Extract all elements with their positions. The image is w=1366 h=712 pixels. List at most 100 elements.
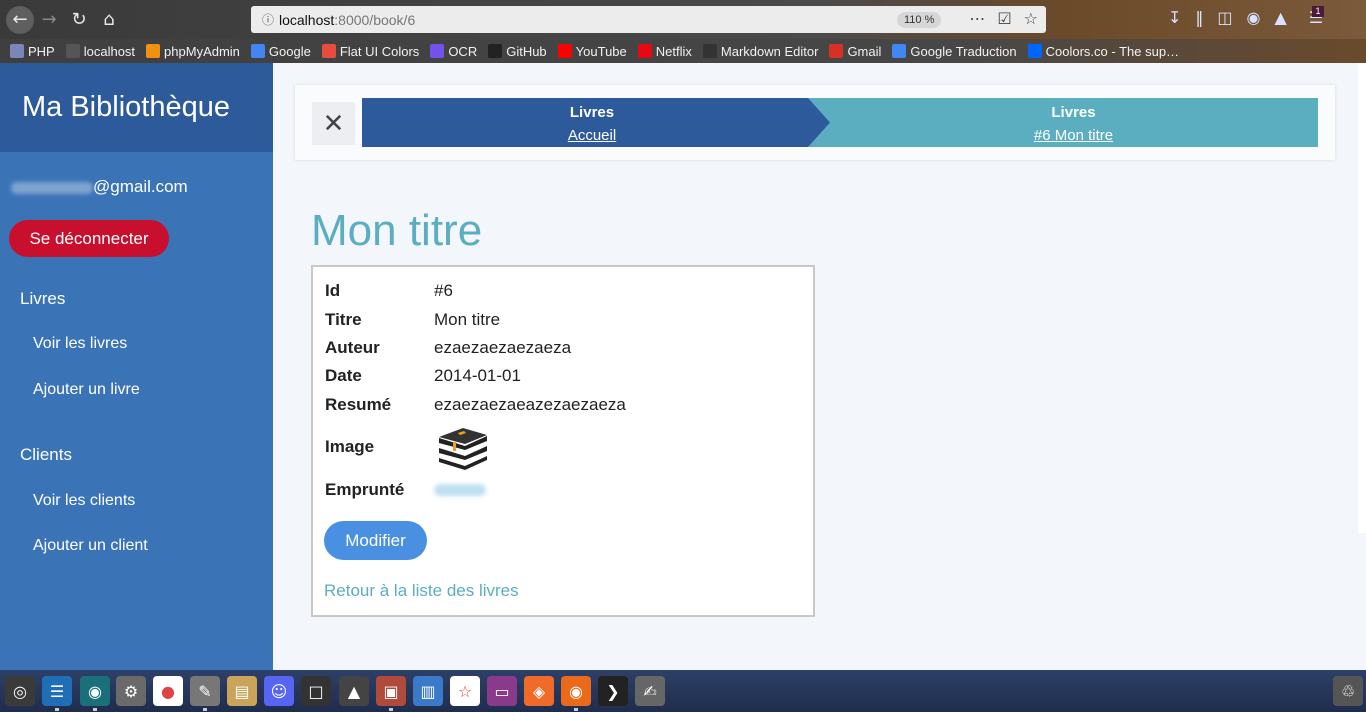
sidebar-section-clients[interactable]: Clients xyxy=(20,445,72,465)
breadcrumb-step-2: Livres #6 Mon titre xyxy=(840,104,1307,144)
archive-icon[interactable]: ▣ xyxy=(376,676,406,711)
pocket-icon[interactable]: ☑ xyxy=(997,9,1011,28)
window-icon[interactable]: ▭ xyxy=(487,676,517,706)
bookmark-label: Netflix xyxy=(655,43,692,59)
page-title: Mon titre xyxy=(311,206,483,255)
bookmark-label: OCR xyxy=(448,43,478,59)
field-value: Mon titre xyxy=(434,310,501,329)
bookmark-label: Flat UI Colors xyxy=(339,43,420,59)
bookmark-item[interactable]: YouTube xyxy=(557,43,627,59)
terminal-small-icon[interactable]: □ xyxy=(301,676,331,706)
discord-icon[interactable]: ☺ xyxy=(264,676,294,706)
sidebar: Ma Bibliothèque @gmail.com Se déconnecte… xyxy=(0,63,273,670)
notification-badge: 1 xyxy=(1312,6,1324,17)
back-to-list-link[interactable]: Retour à la liste des livres xyxy=(324,581,519,601)
sidebar-link-ajouter-livre[interactable]: Ajouter un livre xyxy=(33,381,140,399)
trash-icon[interactable]: ♲ xyxy=(1333,676,1363,706)
forward-arrow-icon[interactable]: → xyxy=(34,5,64,35)
markdown-icon xyxy=(702,44,717,58)
bookmark-item[interactable]: GitHub xyxy=(488,43,547,59)
breadcrumb-link-current[interactable]: #6 Mon titre xyxy=(840,127,1307,144)
back-arrow-icon[interactable]: ← xyxy=(6,5,34,34)
bookmark-item[interactable]: Netflix xyxy=(637,43,692,59)
chrome-icon[interactable]: ● xyxy=(153,676,183,706)
flatui-icon xyxy=(321,44,336,58)
editor-icon[interactable]: ✎ xyxy=(190,676,220,711)
bookmark-item[interactable]: Google Traduction xyxy=(892,43,1017,59)
unity-icon[interactable]: ▲ xyxy=(339,676,369,706)
ubuntu-icon[interactable]: ◎ xyxy=(5,676,35,706)
field-value: ezaezaezaeazezaezaeza xyxy=(434,395,626,414)
breadcrumb-link-accueil[interactable]: Accueil xyxy=(362,127,822,144)
zoom-level[interactable]: 110 % xyxy=(897,12,942,28)
document-icon[interactable]: ▥ xyxy=(413,676,443,706)
sidebar-section-livres[interactable]: Livres xyxy=(20,289,65,309)
field-id: Id #6 xyxy=(325,281,453,301)
netflix-icon xyxy=(637,44,652,58)
sidebar-header: Ma Bibliothèque xyxy=(0,63,273,152)
field-label: Id xyxy=(325,281,341,300)
bookmark-label: localhost xyxy=(83,43,136,59)
notification-extension-icon[interactable]: ▲ xyxy=(1275,8,1287,27)
info-icon[interactable]: ⓘ xyxy=(257,11,279,28)
settings-icon[interactable]: ⚙ xyxy=(116,676,146,706)
home-icon[interactable]: ⌂ xyxy=(94,5,124,35)
field-image: Image xyxy=(325,437,434,457)
book-details-card: Id #6 Titre Mon titre Auteur ezaezaezaez… xyxy=(311,265,815,617)
url-bar[interactable]: ⓘ localhost:8000/book/6 110 % ⋯ ☑ ☆ xyxy=(251,6,1046,33)
bookmarks-bar: PHP localhost phpMyAdmin Google Flat UI Colo… xyxy=(0,39,1366,63)
reload-icon[interactable]: ↻ xyxy=(64,5,94,35)
bookmark-label: GitHub xyxy=(506,43,547,59)
bookmark-item[interactable]: Coolors.co - The sup… xyxy=(1027,43,1180,59)
field-label: Emprunté xyxy=(325,480,405,499)
field-label: Resumé xyxy=(325,395,392,414)
url-host: localhost xyxy=(279,11,335,28)
bookmark-item[interactable]: OCR xyxy=(430,44,477,59)
library-icon[interactable]: ‖ xyxy=(1195,8,1203,27)
bookmark-item[interactable]: PHP xyxy=(10,44,55,59)
gmail-icon xyxy=(829,44,844,58)
sidebar-link-voir-clients[interactable]: Voir les clients xyxy=(33,492,135,510)
translate-icon xyxy=(892,44,907,58)
bookmark-label: PHP xyxy=(28,43,55,59)
url-path: :8000/book/6 xyxy=(334,11,416,28)
sidebar-link-ajouter-client[interactable]: Ajouter un client xyxy=(33,537,148,555)
download-icon[interactable]: ↧ xyxy=(1168,8,1181,27)
logout-button[interactable]: Se déconnecter xyxy=(9,220,169,257)
vscode-icon[interactable]: ☰ xyxy=(42,676,72,711)
edit-button[interactable]: Modifier xyxy=(324,521,427,560)
firefox-icon[interactable]: ◉ xyxy=(561,676,591,711)
bookmark-item[interactable]: Markdown Editor xyxy=(702,44,818,59)
google-icon xyxy=(250,44,265,58)
safari-icon[interactable]: ◈ xyxy=(524,676,554,706)
evince-icon[interactable]: ☆ xyxy=(450,676,480,706)
field-value: #6 xyxy=(434,281,453,300)
scrollbar-thumb[interactable] xyxy=(1358,63,1366,533)
sidebar-toggle-icon[interactable]: ◫ xyxy=(1217,8,1232,27)
close-icon[interactable]: ✕ xyxy=(312,102,355,145)
terminal-icon[interactable]: ❯ xyxy=(598,676,628,706)
bookmark-item[interactable]: phpMyAdmin xyxy=(146,44,240,59)
email-redacted xyxy=(11,181,93,194)
bookmark-label: Google Traduction xyxy=(910,43,1017,59)
field-value: ezaezaezaezaeza xyxy=(434,338,572,357)
borrower-redacted xyxy=(434,484,486,496)
gitkraken-icon[interactable]: ◉ xyxy=(80,676,110,711)
notes-icon[interactable]: ✍ xyxy=(635,676,665,706)
field-label: Auteur xyxy=(325,338,380,357)
bookmark-label: YouTube xyxy=(575,43,627,59)
extension-icon[interactable]: ◉ xyxy=(1247,8,1261,27)
bookmark-item[interactable]: Google xyxy=(250,44,311,59)
files-icon[interactable]: ▤ xyxy=(227,676,257,706)
user-email: @gmail.com xyxy=(11,177,188,197)
bookmark-item[interactable]: Flat UI Colors xyxy=(321,43,420,59)
github-icon xyxy=(488,44,503,58)
sidebar-link-voir-livres[interactable]: Voir les livres xyxy=(33,335,127,353)
bookmark-item[interactable]: Gmail xyxy=(829,44,881,59)
bookmark-label: Coolors.co - The sup… xyxy=(1045,43,1180,59)
bookmark-star-icon[interactable]: ☆ xyxy=(1024,9,1038,28)
bookmark-item[interactable]: localhost xyxy=(65,43,136,59)
more-actions-icon[interactable]: ⋯ xyxy=(969,9,985,28)
coolors-icon xyxy=(1027,44,1042,58)
field-auteur: Auteur ezaezaezaezaeza xyxy=(325,338,571,358)
